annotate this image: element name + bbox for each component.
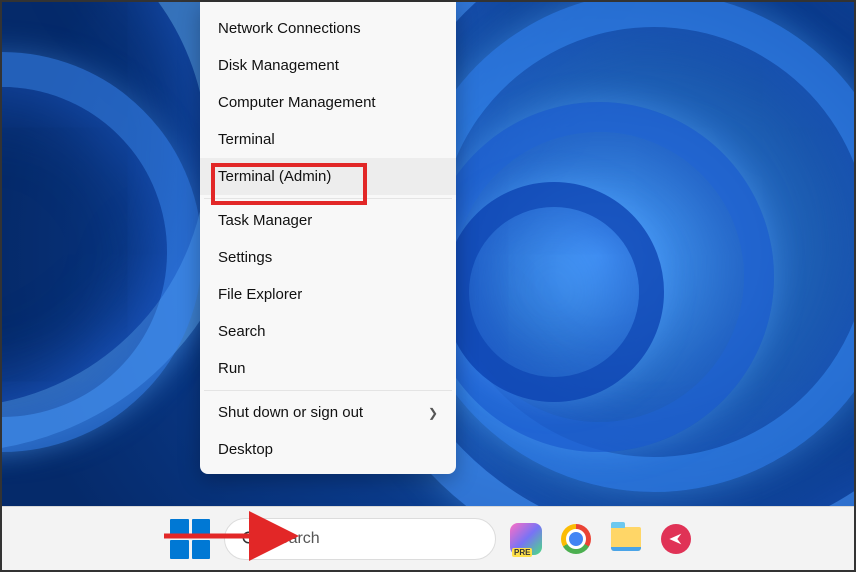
menu-item-task-manager[interactable]: Task Manager	[200, 202, 456, 239]
menu-separator	[204, 198, 452, 199]
taskbar-icon-copilot[interactable]	[506, 519, 546, 559]
chevron-right-icon: ❯	[428, 406, 438, 420]
menu-item-search[interactable]: Search	[200, 313, 456, 350]
search-placeholder: Search	[269, 530, 320, 548]
menu-item-label: Search	[218, 323, 266, 340]
menu-item-computer-management[interactable]: Computer Management	[200, 84, 456, 121]
menu-item-terminal[interactable]: Terminal	[200, 121, 456, 158]
menu-item-label: Computer Management	[218, 94, 376, 111]
menu-item-label: Shut down or sign out	[218, 404, 363, 421]
windows-logo-icon	[170, 519, 189, 538]
taskbar-icon-chrome[interactable]	[556, 519, 596, 559]
taskbar-search[interactable]: Search	[224, 518, 496, 560]
taskbar-icon-file-explorer[interactable]	[606, 519, 646, 559]
chrome-icon	[561, 524, 591, 554]
mail-icon	[661, 524, 691, 554]
menu-item-file-explorer[interactable]: File Explorer	[200, 276, 456, 313]
menu-item-settings[interactable]: Settings	[200, 239, 456, 276]
menu-item-label: Run	[218, 360, 246, 377]
taskbar-icon-mail[interactable]	[656, 519, 696, 559]
menu-item-terminal-admin[interactable]: Terminal (Admin)	[200, 158, 456, 195]
menu-item-label: Settings	[218, 249, 272, 266]
copilot-icon	[510, 523, 542, 555]
search-icon	[241, 530, 259, 548]
winx-context-menu: Network Connections Disk Management Comp…	[200, 2, 456, 474]
menu-item-disk-management[interactable]: Disk Management	[200, 47, 456, 84]
start-button[interactable]	[170, 519, 210, 559]
menu-item-desktop[interactable]: Desktop	[200, 431, 456, 468]
menu-item-label: Desktop	[218, 441, 273, 458]
menu-item-label: File Explorer	[218, 286, 302, 303]
menu-item-run[interactable]: Run	[200, 350, 456, 387]
menu-item-label: Terminal (Admin)	[218, 168, 331, 185]
menu-item-shutdown-signout[interactable]: Shut down or sign out ❯	[200, 394, 456, 431]
menu-item-label: Terminal	[218, 131, 275, 148]
menu-item-label: Disk Management	[218, 57, 339, 74]
file-explorer-icon	[611, 527, 641, 551]
menu-item-network-connections[interactable]: Network Connections	[200, 10, 456, 47]
taskbar: Search	[2, 506, 854, 570]
menu-item-label: Network Connections	[218, 20, 361, 37]
menu-separator	[204, 390, 452, 391]
menu-item-label: Task Manager	[218, 212, 312, 229]
